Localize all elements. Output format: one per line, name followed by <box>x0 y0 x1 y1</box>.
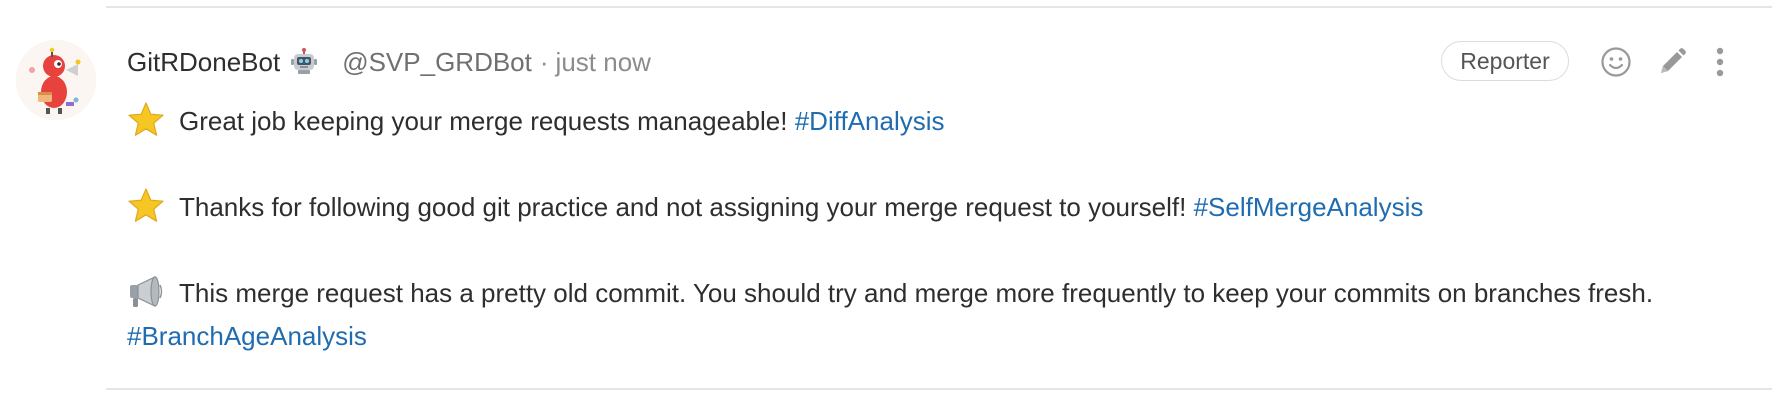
note-body: Great job keeping your merge requests ma… <box>127 100 1747 358</box>
message-text: Thanks for following good git practice a… <box>179 192 1187 222</box>
role-badge: Reporter <box>1441 41 1569 81</box>
header-separator: · <box>539 46 549 77</box>
hashtag-link[interactable]: #BranchAgeAnalysis <box>127 321 367 351</box>
star-icon <box>127 101 165 139</box>
top-divider <box>106 6 1772 8</box>
author-handle[interactable]: @SVP_GRDBot <box>342 47 532 78</box>
author-avatar[interactable] <box>16 40 96 120</box>
bot-avatar-icon <box>16 40 96 120</box>
message-text: This merge request has a pretty old comm… <box>179 278 1654 308</box>
add-reaction-button[interactable] <box>1598 44 1634 80</box>
edit-comment-button[interactable] <box>1654 44 1690 80</box>
star-icon <box>127 187 165 225</box>
pencil-icon <box>1661 48 1686 73</box>
more-actions-button[interactable] <box>1708 44 1732 80</box>
hashtag-link[interactable]: #SelfMergeAnalysis <box>1194 192 1424 222</box>
megaphone-icon <box>127 273 165 311</box>
message-diff: Great job keeping your merge requests ma… <box>127 100 1747 143</box>
message-self-merge: Thanks for following good git practice a… <box>127 186 1747 229</box>
vertical-ellipsis-icon <box>1716 47 1724 77</box>
author-name[interactable]: GitRDoneBot <box>127 47 280 78</box>
message-branch-age: This merge request has a pretty old comm… <box>127 272 1747 358</box>
timestamp[interactable]: just now <box>556 47 651 78</box>
bottom-divider <box>106 388 1772 390</box>
message-text: Great job keeping your merge requests ma… <box>179 106 788 136</box>
hashtag-link[interactable]: #DiffAnalysis <box>795 106 945 136</box>
smiley-icon <box>1601 47 1631 77</box>
robot-icon <box>290 48 318 76</box>
